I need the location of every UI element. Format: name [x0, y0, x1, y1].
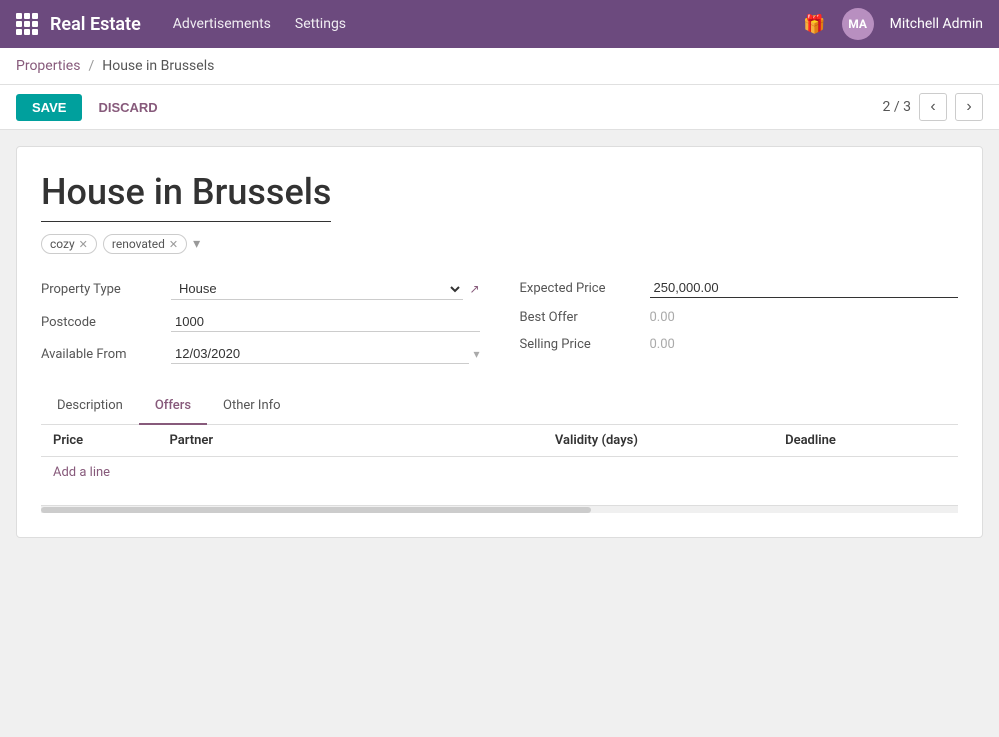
- main-menu: Advertisements Settings: [173, 16, 803, 32]
- avatar[interactable]: MA: [842, 8, 874, 40]
- tag-renovated[interactable]: renovated ✕: [103, 234, 187, 254]
- property-type-field: House ↗: [171, 278, 480, 300]
- tabs-bar: Description Offers Other Info: [41, 388, 958, 425]
- tags-row: cozy ✕ renovated ✕ ▾: [41, 234, 958, 254]
- main-content: House in Brussels cozy ✕ renovated ✕ ▾ P…: [0, 130, 999, 554]
- selling-price-label: Selling Price: [520, 337, 650, 352]
- offers-table-area: Price Partner Validity (days) Deadline A…: [41, 425, 958, 505]
- pagination-prev-button[interactable]: ‹: [919, 93, 947, 121]
- tag-renovated-remove[interactable]: ✕: [169, 238, 178, 251]
- form-right: Expected Price Best Offer 0.00 Selling P…: [520, 278, 959, 364]
- record-title: House in Brussels: [41, 171, 958, 234]
- property-type-row: Property Type House ↗: [41, 278, 480, 300]
- nav-advertisements[interactable]: Advertisements: [173, 16, 271, 32]
- apps-menu-icon[interactable]: [16, 13, 38, 35]
- postcode-row: Postcode: [41, 312, 480, 332]
- nav-settings[interactable]: Settings: [295, 16, 346, 32]
- tag-cozy[interactable]: cozy ✕: [41, 234, 97, 254]
- breadcrumb-parent[interactable]: Properties: [16, 58, 80, 74]
- topnav-right: 🎁 MA Mitchell Admin: [803, 8, 983, 40]
- discard-button[interactable]: DISCARD: [90, 94, 165, 121]
- col-empty-1: [303, 425, 383, 457]
- breadcrumb: Properties / House in Brussels: [0, 48, 999, 85]
- tags-dropdown-icon[interactable]: ▾: [193, 236, 200, 252]
- gift-icon[interactable]: 🎁: [803, 14, 825, 35]
- expected-price-label: Expected Price: [520, 281, 650, 296]
- expected-price-input[interactable]: [650, 278, 959, 298]
- tab-description[interactable]: Description: [41, 388, 139, 425]
- tag-cozy-remove[interactable]: ✕: [79, 238, 88, 251]
- available-from-label: Available From: [41, 347, 171, 362]
- external-link-icon[interactable]: ↗: [469, 282, 479, 296]
- col-partner: Partner: [158, 425, 303, 457]
- top-navigation: Real Estate Advertisements Settings 🎁 MA…: [0, 0, 999, 48]
- save-button[interactable]: SAVE: [16, 94, 82, 121]
- col-price: Price: [41, 425, 158, 457]
- toolbar: SAVE DISCARD 2 / 3 ‹ ›: [0, 85, 999, 130]
- breadcrumb-separator: /: [88, 58, 94, 74]
- tag-cozy-label: cozy: [50, 237, 75, 251]
- tag-renovated-label: renovated: [112, 237, 165, 251]
- tab-offers[interactable]: Offers: [139, 388, 207, 425]
- pagination-next-button[interactable]: ›: [955, 93, 983, 121]
- user-name[interactable]: Mitchell Admin: [890, 16, 983, 32]
- offers-table: Price Partner Validity (days) Deadline: [41, 425, 958, 457]
- best-offer-label: Best Offer: [520, 310, 650, 325]
- col-deadline: Deadline: [773, 425, 934, 457]
- available-from-row: Available From ▾: [41, 344, 480, 364]
- best-offer-row: Best Offer 0.00: [520, 310, 959, 325]
- property-type-select[interactable]: House: [171, 278, 463, 300]
- available-from-input[interactable]: [171, 344, 469, 364]
- col-empty-3: [463, 425, 543, 457]
- col-actions: [934, 425, 958, 457]
- record-title-text: House in Brussels: [41, 171, 331, 222]
- postcode-input[interactable]: [171, 312, 480, 332]
- add-line-button[interactable]: Add a line: [41, 457, 122, 488]
- avatar-initials: MA: [848, 17, 867, 31]
- property-type-label: Property Type: [41, 282, 171, 297]
- col-empty-2: [383, 425, 463, 457]
- date-dropdown-icon[interactable]: ▾: [473, 347, 479, 361]
- pagination: 2 / 3 ‹ ›: [883, 93, 983, 121]
- col-validity: Validity (days): [543, 425, 773, 457]
- best-offer-value: 0.00: [650, 310, 675, 325]
- app-title: Real Estate: [50, 14, 141, 35]
- form-body: Property Type House ↗ Postcode Available…: [41, 278, 958, 364]
- selling-price-value: 0.00: [650, 337, 675, 352]
- postcode-label: Postcode: [41, 315, 171, 330]
- form-left: Property Type House ↗ Postcode Available…: [41, 278, 480, 364]
- expected-price-row: Expected Price: [520, 278, 959, 298]
- scrollbar-thumb[interactable]: [41, 507, 591, 513]
- horizontal-scrollbar[interactable]: [41, 505, 958, 513]
- tab-other-info[interactable]: Other Info: [207, 388, 297, 425]
- record-card: House in Brussels cozy ✕ renovated ✕ ▾ P…: [16, 146, 983, 538]
- pagination-display: 2 / 3: [883, 99, 911, 115]
- breadcrumb-current: House in Brussels: [102, 58, 214, 74]
- selling-price-row: Selling Price 0.00: [520, 337, 959, 352]
